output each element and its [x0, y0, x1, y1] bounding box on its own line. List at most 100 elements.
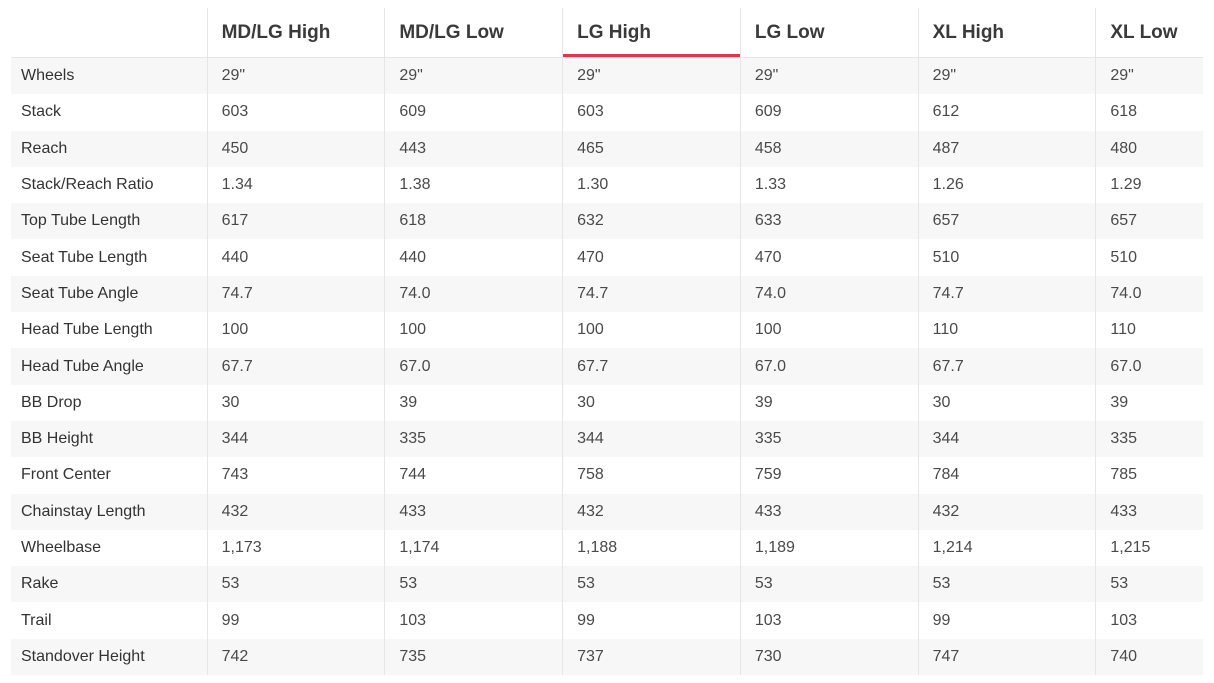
table-row: Wheels 29" 29" 29" 29" 29" 29" [11, 57, 1203, 95]
row-label: Seat Tube Angle [11, 275, 208, 313]
table-row: Standover Height 742 735 737 730 747 740 [11, 638, 1203, 676]
table-cell: 103 [739, 602, 919, 639]
table-row: Top Tube Length 617 618 632 633 657 657 [11, 203, 1203, 240]
table-cell: 433 [1095, 493, 1203, 530]
row-label: Stack/Reach Ratio [11, 166, 208, 204]
table-cell: 617 [206, 203, 385, 240]
table-cell: 1,188 [562, 529, 741, 567]
table-cell: 99 [562, 602, 741, 639]
table-cell: 1,174 [384, 529, 563, 567]
table-cell: 470 [562, 239, 741, 276]
row-label: Top Tube Length [11, 203, 208, 240]
table-cell: 53 [1095, 566, 1203, 603]
geometry-table-container: MD/LG High MD/LG Low LG High LG Low XL High X… [0, 0, 1214, 683]
table-cell: 730 [739, 638, 919, 676]
row-label: BB Height [11, 420, 208, 458]
table-cell: 603 [206, 94, 385, 131]
table-cell: 335 [1095, 420, 1203, 458]
table-cell: 335 [739, 420, 919, 458]
table-cell: 743 [206, 457, 385, 494]
table-cell: 465 [562, 130, 741, 167]
table-cell: 74.7 [206, 275, 385, 313]
table-cell: 440 [384, 239, 563, 276]
column-header-xl-low[interactable]: XL Low [1095, 8, 1203, 58]
table-cell: 29" [917, 57, 1096, 95]
table-header: MD/LG High MD/LG Low LG High LG Low XL High X… [11, 8, 1203, 58]
header-row: MD/LG High MD/LG Low LG High LG Low XL High X… [11, 8, 1203, 58]
table-cell: 110 [1095, 312, 1203, 349]
table-cell: 335 [384, 420, 563, 458]
table-cell: 29" [206, 57, 385, 95]
column-header-md-lg-low[interactable]: MD/LG Low [384, 8, 563, 58]
table-cell: 1.38 [384, 166, 563, 204]
table-cell: 747 [917, 638, 1096, 676]
table-cell: 53 [206, 566, 385, 603]
table-cell: 432 [917, 493, 1096, 530]
row-label: Wheelbase [11, 529, 208, 567]
table-cell: 67.0 [1095, 348, 1203, 385]
row-label: Trail [11, 602, 208, 639]
geometry-table: MD/LG High MD/LG Low LG High LG Low XL High X… [11, 8, 1203, 676]
table-row: Wheelbase 1,173 1,174 1,188 1,189 1,214 1,215 [11, 529, 1203, 567]
table-cell: 744 [384, 457, 563, 494]
table-row: Reach 450 443 465 458 487 480 [11, 130, 1203, 167]
table-cell: 53 [739, 566, 919, 603]
table-cell: 74.7 [917, 275, 1096, 313]
table-row: Seat Tube Angle 74.7 74.0 74.7 74.0 74.7 74.0 [11, 275, 1203, 313]
table-row: BB Height 344 335 344 335 344 335 [11, 420, 1203, 458]
table-cell: 30 [917, 384, 1096, 421]
row-label: Standover Height [11, 638, 208, 676]
row-label: Head Tube Length [11, 312, 208, 349]
column-header-lg-high[interactable]: LG High [562, 8, 741, 58]
table-cell: 785 [1095, 457, 1203, 494]
table-cell: 758 [562, 457, 741, 494]
table-cell: 344 [917, 420, 1096, 458]
table-cell: 443 [384, 130, 563, 167]
table-cell: 737 [562, 638, 741, 676]
column-header-md-lg-high[interactable]: MD/LG High [206, 8, 385, 58]
row-label: Wheels [11, 57, 208, 95]
table-cell: 74.0 [384, 275, 563, 313]
table-cell: 432 [562, 493, 741, 530]
table-cell: 1,215 [1095, 529, 1203, 567]
table-cell: 657 [1095, 203, 1203, 240]
table-cell: 632 [562, 203, 741, 240]
row-label: Reach [11, 130, 208, 167]
table-cell: 100 [739, 312, 919, 349]
row-label: Front Center [11, 457, 208, 494]
column-header-xl-high[interactable]: XL High [917, 8, 1096, 58]
table-cell: 784 [917, 457, 1096, 494]
table-cell: 609 [384, 94, 563, 131]
table-cell: 53 [562, 566, 741, 603]
table-row: Trail 99 103 99 103 99 103 [11, 602, 1203, 639]
table-cell: 67.7 [206, 348, 385, 385]
table-cell: 100 [384, 312, 563, 349]
column-header-lg-low[interactable]: LG Low [739, 8, 919, 58]
table-cell: 344 [562, 420, 741, 458]
table-cell: 618 [384, 203, 563, 240]
row-label: BB Drop [11, 384, 208, 421]
table-cell: 618 [1095, 94, 1203, 131]
table-cell: 39 [384, 384, 563, 421]
table-cell: 480 [1095, 130, 1203, 167]
table-body: Wheels 29" 29" 29" 29" 29" 29" Stack 603 609 603 60… [11, 57, 1203, 676]
row-label: Head Tube Angle [11, 348, 208, 385]
table-cell: 53 [917, 566, 1096, 603]
table-row: Head Tube Length 100 100 100 100 110 110 [11, 312, 1203, 349]
table-cell: 74.0 [739, 275, 919, 313]
table-cell: 30 [206, 384, 385, 421]
table-cell: 759 [739, 457, 919, 494]
header-corner [11, 8, 208, 58]
row-label: Stack [11, 94, 208, 131]
table-cell: 740 [1095, 638, 1203, 676]
table-cell: 470 [739, 239, 919, 276]
table-row: Chainstay Length 432 433 432 433 432 433 [11, 493, 1203, 530]
table-cell: 30 [562, 384, 741, 421]
table-cell: 1,173 [206, 529, 385, 567]
table-cell: 29" [384, 57, 563, 95]
table-cell: 29" [1095, 57, 1203, 95]
table-cell: 735 [384, 638, 563, 676]
table-cell: 1.30 [562, 166, 741, 204]
table-cell: 29" [562, 57, 741, 95]
table-cell: 487 [917, 130, 1096, 167]
